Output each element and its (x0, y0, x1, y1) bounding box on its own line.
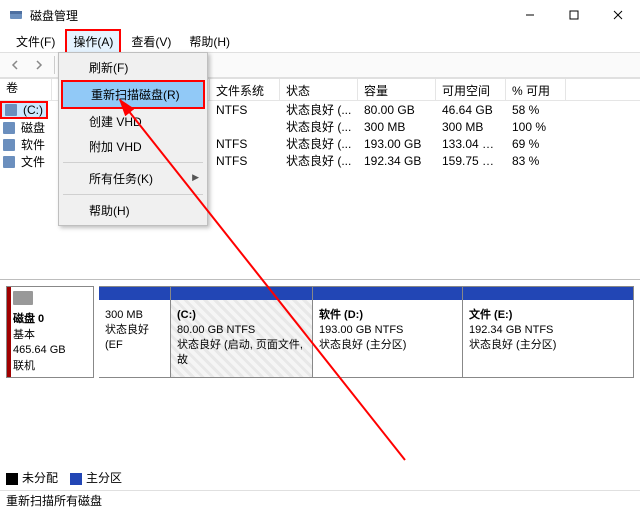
part-status: 状态良好 (主分区) (469, 338, 627, 353)
part-size: 193.00 GB NTFS (319, 323, 456, 338)
partition[interactable]: 软件 (D:) 193.00 GB NTFS 状态良好 (主分区) (313, 287, 463, 377)
partition[interactable]: (C:) 80.00 GB NTFS 状态良好 (启动, 页面文件, 故 (171, 287, 313, 377)
cell-pct: 83 % (506, 153, 566, 169)
table-row[interactable]: NTFS 状态良好 (... 193.00 GB 133.04 … 69 % (210, 135, 640, 152)
maximize-button[interactable] (552, 0, 596, 30)
disk-icon (13, 291, 33, 305)
part-title: 文件 (E:) (469, 309, 512, 321)
partition-stripe (99, 287, 170, 300)
cell-status: 状态良好 (... (280, 151, 358, 170)
partition-stripe (463, 287, 633, 300)
status-text: 重新扫描所有磁盘 (6, 494, 102, 508)
cell-pct: 58 % (506, 102, 566, 118)
partition-stripe (171, 287, 312, 300)
disk-state: 联机 (13, 360, 35, 372)
cell-capacity: 192.34 GB (358, 153, 436, 169)
col-capacity[interactable]: 容量 (358, 79, 436, 100)
table-row[interactable]: NTFS 状态良好 (... 80.00 GB 46.64 GB 58 % (210, 101, 640, 118)
menu-separator (63, 162, 203, 163)
cell-fs: NTFS (210, 153, 280, 169)
tree-volume-file[interactable]: 文件 (0, 153, 48, 170)
disk-row: 磁盘 0 基本 465.64 GB 联机 300 MB 状态良好 (EF (6, 286, 634, 378)
menu-action[interactable]: 操作(A) (65, 29, 121, 54)
part-status: 状态良好 (EF (105, 323, 164, 353)
part-title: 软件 (D:) (319, 309, 363, 321)
menu-refresh[interactable]: 刷新(F) (61, 55, 205, 80)
disk-type: 基本 (13, 329, 35, 341)
cell-fs: NTFS (210, 102, 280, 118)
cell-fs (210, 126, 280, 128)
disk-map: 磁盘 0 基本 465.64 GB 联机 300 MB 状态良好 (EF (0, 279, 640, 490)
part-title: (C:) (177, 309, 196, 321)
cell-free: 300 MB (436, 119, 506, 135)
table-row[interactable]: 状态良好 (... 300 MB 300 MB 100 % (210, 118, 640, 135)
forward-icon[interactable] (28, 54, 50, 76)
volume-icon (3, 122, 15, 134)
tree-volume-c[interactable]: (C:) (0, 101, 48, 119)
status-bar: 重新扫描所有磁盘 (0, 490, 640, 508)
col-volume[interactable]: 卷 (0, 79, 52, 100)
disk-name: 磁盘 0 (13, 313, 44, 325)
tree-volume-soft[interactable]: 软件 (0, 136, 48, 153)
tree-volume-disk[interactable]: 磁盘 (0, 119, 48, 136)
cell-pct: 69 % (506, 136, 566, 152)
menu-view[interactable]: 查看(V) (123, 29, 179, 54)
toolbar-separator (54, 56, 55, 74)
part-size: 80.00 GB NTFS (177, 323, 306, 338)
cell-fs: NTFS (210, 136, 280, 152)
volume-icon (3, 156, 15, 168)
title-bar: 磁盘管理 (0, 0, 640, 30)
legend-unallocated: 未分配 (6, 469, 58, 486)
back-icon[interactable] (4, 54, 26, 76)
volume-icon (3, 139, 15, 151)
volume-icon (5, 104, 17, 116)
menu-rescan-disks[interactable]: 重新扫描磁盘(R) (61, 80, 205, 109)
legend-primary: 主分区 (70, 469, 122, 486)
legend-swatch-blue (70, 473, 82, 485)
col-pct[interactable]: % 可用 (506, 79, 566, 100)
tree-label: 文件 (21, 153, 45, 170)
close-button[interactable] (596, 0, 640, 30)
legend-swatch-black (6, 473, 18, 485)
action-menu: 刷新(F) 重新扫描磁盘(R) 创建 VHD 附加 VHD 所有任务(K) 帮助… (58, 52, 208, 226)
menu-file[interactable]: 文件(F) (8, 29, 63, 54)
cell-free: 46.64 GB (436, 102, 506, 118)
cell-free: 159.75 … (436, 153, 506, 169)
window-title: 磁盘管理 (30, 7, 78, 24)
part-size: 192.34 GB NTFS (469, 323, 627, 338)
menu-all-tasks[interactable]: 所有任务(K) (61, 166, 205, 191)
tree-label: (C:) (23, 103, 43, 117)
col-filesystem[interactable]: 文件系统 (210, 79, 280, 100)
partition[interactable]: 300 MB 状态良好 (EF (99, 287, 171, 377)
partition-stripe (313, 287, 462, 300)
part-status: 状态良好 (启动, 页面文件, 故 (177, 338, 306, 368)
menu-help-item[interactable]: 帮助(H) (61, 198, 205, 223)
minimize-button[interactable] (508, 0, 552, 30)
disk-size: 465.64 GB (13, 344, 66, 356)
partition[interactable]: 文件 (E:) 192.34 GB NTFS 状态良好 (主分区) (463, 287, 633, 377)
col-status[interactable]: 状态 (280, 79, 358, 100)
tree-label: 磁盘 (21, 119, 45, 136)
cell-capacity: 300 MB (358, 119, 436, 135)
cell-pct: 100 % (506, 119, 566, 135)
cell-capacity: 80.00 GB (358, 102, 436, 118)
legend: 未分配 主分区 (6, 469, 122, 486)
table-row[interactable]: NTFS 状态良好 (... 192.34 GB 159.75 … 83 % (210, 152, 640, 169)
menu-bar: 文件(F) 操作(A) 查看(V) 帮助(H) (0, 30, 640, 52)
col-free[interactable]: 可用空间 (436, 79, 506, 100)
disk-header[interactable]: 磁盘 0 基本 465.64 GB 联机 (6, 286, 94, 378)
app-icon (8, 7, 24, 23)
part-size: 300 MB (105, 308, 164, 323)
part-status: 状态良好 (主分区) (319, 338, 456, 353)
menu-attach-vhd[interactable]: 附加 VHD (61, 134, 205, 159)
partition-container: 300 MB 状态良好 (EF (C:) 80.00 GB NTFS 状态良好 … (99, 286, 634, 378)
menu-separator (63, 194, 203, 195)
disk-stripe (7, 287, 11, 377)
menu-help[interactable]: 帮助(H) (181, 29, 238, 54)
tree-label: 软件 (21, 136, 45, 153)
menu-create-vhd[interactable]: 创建 VHD (61, 109, 205, 134)
cell-capacity: 193.00 GB (358, 136, 436, 152)
cell-free: 133.04 … (436, 136, 506, 152)
